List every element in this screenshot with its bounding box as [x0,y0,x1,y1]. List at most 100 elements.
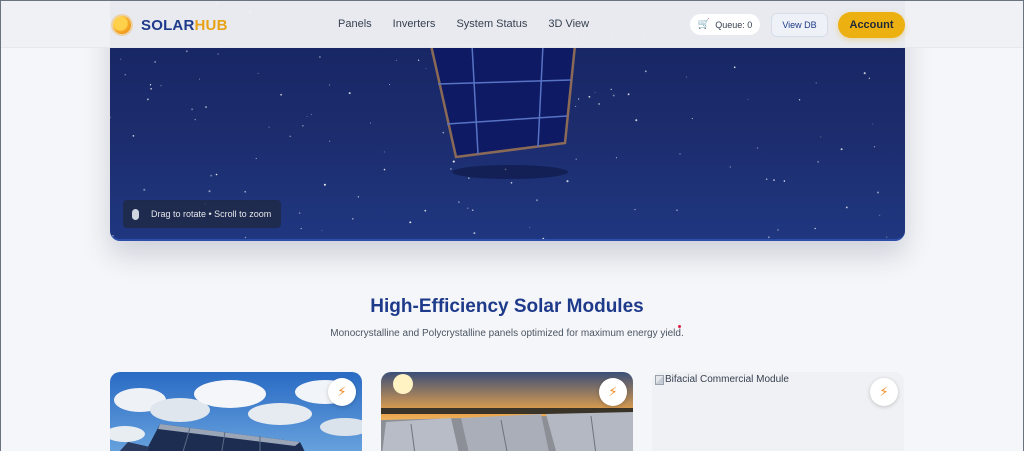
viewer-hint: Drag to rotate • Scroll to zoom [123,200,281,228]
star [868,77,871,80]
star [204,106,208,109]
star [594,92,596,94]
star [154,61,156,63]
star [815,82,817,84]
nav-link-inverters[interactable]: Inverters [393,18,436,30]
star [452,160,455,163]
star [676,209,678,211]
star [733,66,736,69]
star [244,236,247,239]
section-subtitle: Monocrystalline and Polycrystalline pane… [330,328,684,339]
star [820,136,822,138]
star [872,123,874,125]
product-image-rooftop-sunset [381,372,633,451]
3d-solar-panel[interactable] [429,43,577,159]
star [635,119,638,122]
star [132,135,135,137]
star [143,188,146,191]
star [542,237,545,239]
star [424,209,427,212]
star [257,72,259,74]
star [765,178,768,180]
nav-link-panels[interactable]: Panels [338,18,372,30]
star [150,88,152,90]
star [389,83,391,85]
star [120,58,122,60]
star [873,146,876,148]
sun-icon [113,16,131,34]
star [370,122,372,124]
star [298,212,301,214]
star [679,153,681,155]
star [449,167,452,170]
star [199,78,201,80]
star [840,148,843,151]
star [160,85,162,87]
cursor-dot [678,325,681,328]
bolt-icon[interactable]: ⚡︎ [328,378,356,406]
star [302,125,304,127]
star [217,53,219,55]
star [747,98,749,100]
star [112,234,114,237]
star [777,229,779,231]
star [300,228,302,230]
star [210,174,213,177]
star [575,158,577,161]
star [351,217,354,220]
nav-link-system-status[interactable]: System Status [456,18,527,30]
section-title: High-Efficiency Solar Modules [370,296,644,317]
queue-indicator[interactable]: 🛒 Queue: 0 [690,14,760,35]
star [383,168,386,171]
star [879,214,881,216]
star [767,236,770,239]
star [255,157,257,160]
star [685,76,687,78]
star [149,84,152,86]
star [876,191,880,194]
star [124,73,127,76]
account-button[interactable]: Account [838,12,905,38]
star [318,56,321,58]
brand-logo[interactable]: SOLARHUB [113,15,228,35]
star [845,206,848,209]
star [863,72,866,75]
product-card[interactable]: Bifacial Commercial Module ⚡︎ [652,372,904,451]
star [798,99,801,101]
star [612,94,615,97]
view-db-button[interactable]: View DB [771,13,828,37]
star [729,166,731,168]
star [311,113,313,115]
product-card[interactable]: ⚡︎ [110,372,362,451]
nav-link-3d-view[interactable]: 3D View [548,18,589,30]
star [215,173,218,176]
star [529,226,531,228]
star [268,126,270,128]
star [306,115,308,117]
star [510,181,513,184]
star [344,240,345,241]
star [425,68,427,69]
nav-links: Panels Inverters System Status 3D View [338,18,610,30]
star [417,59,420,61]
star [244,191,246,193]
top-navbar: SOLARHUB Panels Inverters System Status … [0,0,1024,48]
bolt-icon[interactable]: ⚡︎ [870,378,898,406]
brand-name-part1: SOLAR [141,16,195,34]
star [886,236,888,238]
broken-image: Bifacial Commercial Module [655,374,789,385]
mouse-icon [132,208,139,220]
star [323,183,326,186]
star [691,118,693,120]
product-card[interactable]: ⚡︎ [381,372,633,451]
bolt-icon[interactable]: ⚡︎ [599,378,627,406]
star [468,177,470,179]
star [773,179,775,181]
star [442,131,445,134]
star [147,98,149,101]
image-alt-text: Bifacial Commercial Module [665,374,789,385]
star [329,140,331,142]
star [280,93,282,96]
star [466,207,469,209]
product-image-solar-field [110,372,362,451]
